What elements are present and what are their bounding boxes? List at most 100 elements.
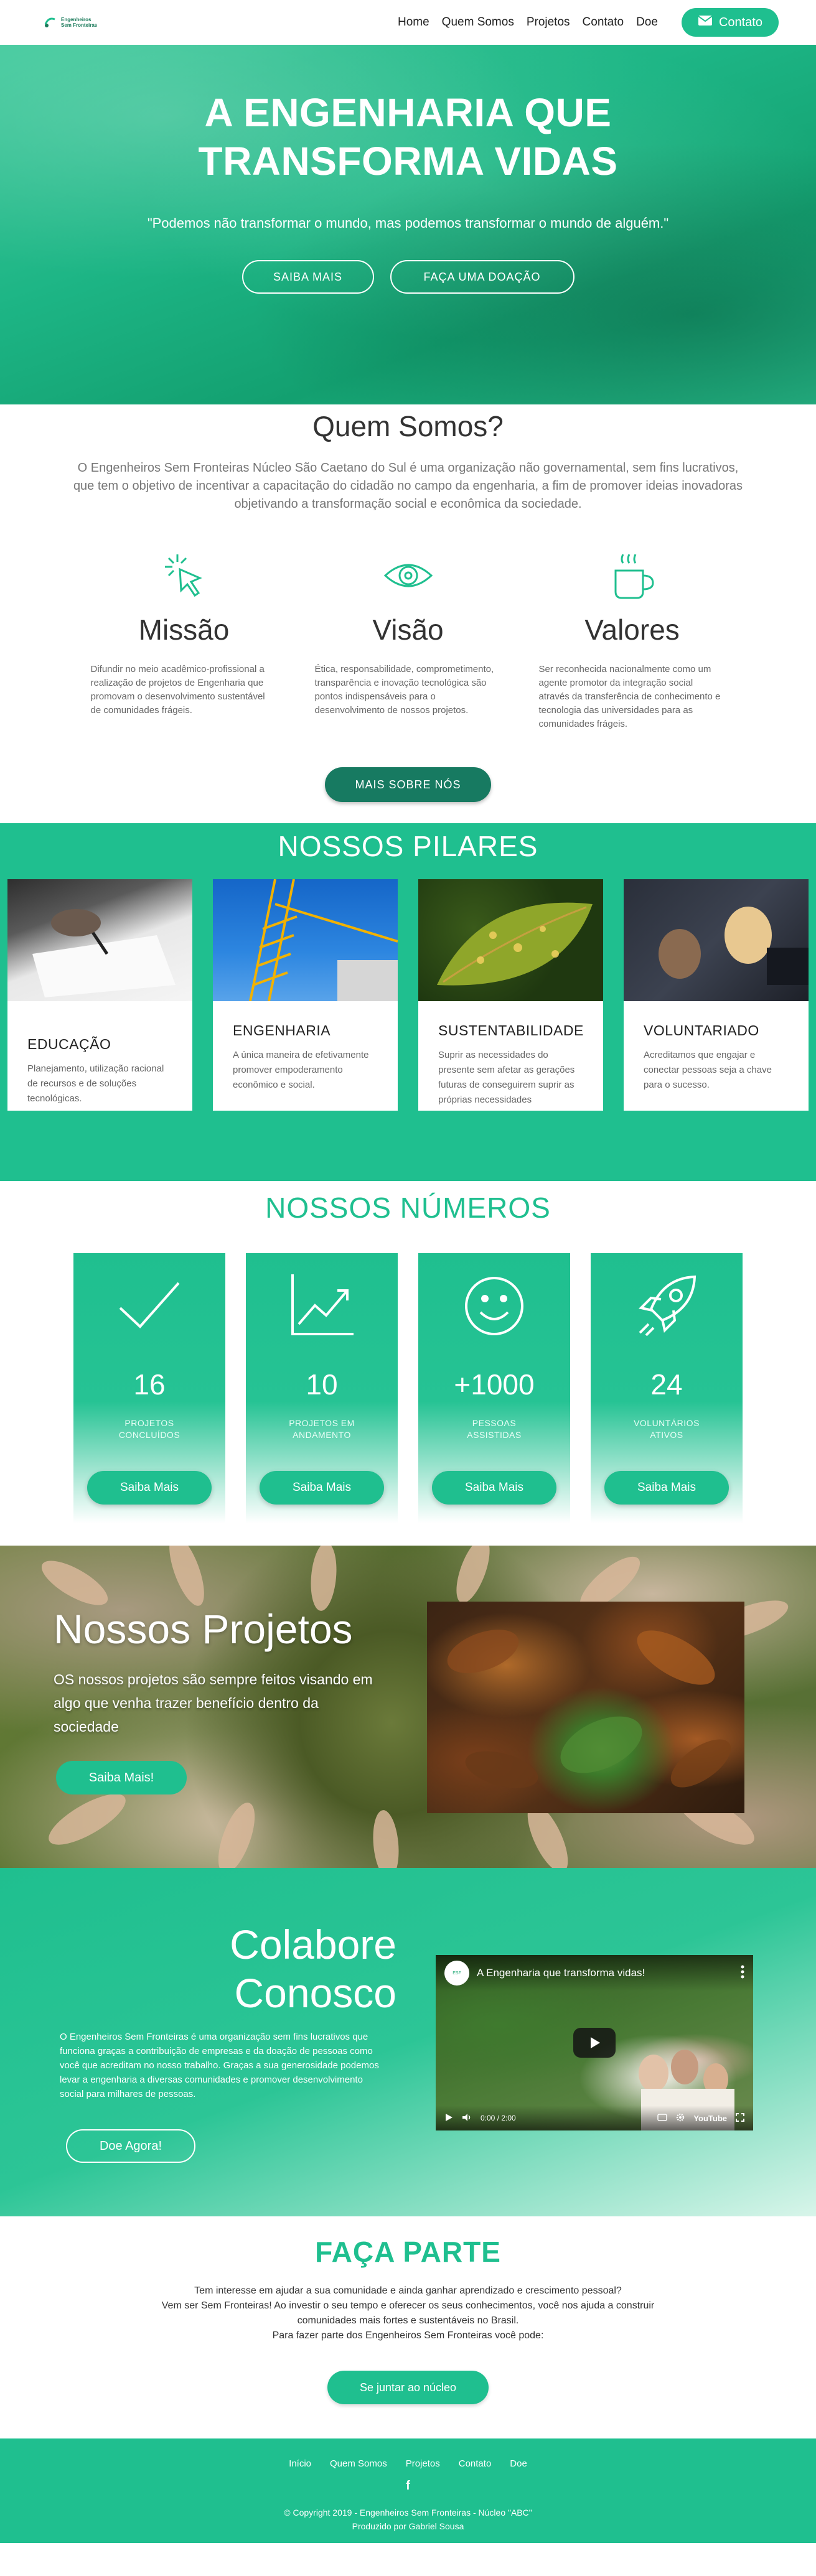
quem-somos-text: O Engenheiros Sem Fronteiras Núcleo São …: [73, 461, 743, 511]
video-title[interactable]: A Engenharia que transforma vidas!: [477, 1967, 645, 1979]
footer-link-projetos[interactable]: Projetos: [406, 2458, 440, 2469]
pilar-card-voluntariado[interactable]: VOLUNTARIADO Acreditamos que engajar e c…: [624, 879, 809, 1111]
faca-parte-section: FAÇA PARTE Tem interesse em ajudar a sua…: [0, 2216, 816, 2438]
faca-parte-text: Tem interesse em ajudar a sua comunidade…: [0, 2284, 816, 2343]
play-small-icon[interactable]: [444, 2113, 453, 2124]
engenharia-title: ENGENHARIA: [233, 1022, 331, 1038]
visao-title: Visão: [372, 614, 444, 646]
valores-column: Valores Ser reconhecida nacionalmente co…: [539, 548, 726, 731]
quem-somos-title: Quem Somos?: [312, 410, 504, 442]
hero-buttons: SAIBA MAIS FAÇA UMA DOAÇÃO: [0, 260, 816, 294]
numero-value: 10: [306, 1368, 338, 1401]
fullscreen-icon[interactable]: [736, 2112, 744, 2124]
numero-label: PESSOAS ASSISTIDAS: [467, 1418, 522, 1440]
play-icon[interactable]: [573, 2028, 616, 2058]
nav-link-contato[interactable]: Contato: [583, 16, 624, 29]
footer-copyright: © Copyright 2019 - Engenheiros Sem Front…: [0, 2506, 816, 2533]
sustentabilidade-image: [418, 879, 603, 1001]
video-controls: 0:00 / 2:00 YouTube: [436, 2106, 753, 2130]
nav-link-projetos[interactable]: Projetos: [527, 16, 570, 29]
visao-text: Ética, responsabilidade, comprometimento…: [314, 664, 494, 716]
colabore-text: O Engenheiros Sem Fronteiras é uma organ…: [60, 2032, 379, 2099]
sustentabilidade-title: SUSTENTABILIDADE: [438, 1022, 584, 1038]
credit-text: Produzido por Gabriel Sousa: [352, 2521, 464, 2531]
saiba-mais-button[interactable]: SAIBA MAIS: [242, 260, 374, 294]
contact-button[interactable]: Contato: [681, 8, 779, 37]
engenharia-image: [213, 879, 398, 1001]
settings-gear-icon[interactable]: [676, 2113, 685, 2124]
missao-column: Missão Difundir no meio acadêmico-profis…: [91, 548, 278, 731]
video-time: 0:00 / 2:00: [481, 2114, 516, 2122]
se-juntar-button[interactable]: Se juntar ao núcleo: [327, 2371, 489, 2404]
more-options-icon[interactable]: [741, 1965, 744, 1982]
projetos-section: Nossos Projetos OS nossos projetos são s…: [0, 1546, 816, 1868]
channel-avatar[interactable]: ESF: [444, 1961, 469, 1986]
engenharia-text: A única maneira de efetivamente promover…: [233, 1050, 369, 1090]
volume-icon[interactable]: [462, 2113, 472, 2124]
logo-text: Engenheiros Sem Fronteiras: [61, 17, 97, 28]
pilar-card-sustentabilidade[interactable]: SUSTENTABILIDADE Suprir as necessidades …: [418, 879, 603, 1111]
pilar-card-engenharia[interactable]: ENGENHARIA A única maneira de efetivamen…: [213, 879, 398, 1111]
mais-sobre-nos-button[interactable]: MAIS SOBRE NÓS: [325, 767, 491, 802]
hero-banner: A ENGENHARIA QUE TRANSFORMA VIDAS "Podem…: [0, 45, 816, 404]
autumn-leaves-image: [427, 1602, 744, 1813]
footer-link-doe[interactable]: Doe: [510, 2458, 527, 2469]
footer: Início Quem Somos Projetos Contato Doe f…: [0, 2438, 816, 2543]
numeros-title: NOSSOS NÚMEROS: [265, 1192, 551, 1224]
doacao-button[interactable]: FAÇA UMA DOAÇÃO: [390, 260, 574, 294]
numero-card-projetos-concluidos: 16 PROJETOS CONCLUÍDOS Saiba Mais: [73, 1253, 225, 1523]
youtube-logo[interactable]: YouTube: [693, 2114, 727, 2123]
chart-trend-icon: [246, 1253, 398, 1340]
mail-icon: [698, 15, 713, 30]
faca-parte-title: FAÇA PARTE: [315, 2236, 501, 2268]
numero-card-pessoas-assistidas: +1000 PESSOAS ASSISTIDAS Saiba Mais: [418, 1253, 570, 1523]
doe-agora-button[interactable]: Doe Agora!: [66, 2129, 195, 2163]
numero-value: 24: [650, 1368, 683, 1401]
footer-link-contato[interactable]: Contato: [459, 2458, 492, 2469]
captions-icon[interactable]: [657, 2113, 668, 2123]
logo-line1: Engenheiros: [61, 17, 91, 22]
faca-line2: Vem ser Sem Fronteiras! Ao investir o se…: [161, 2300, 655, 2311]
pilar-card-educacao[interactable]: EDUCAÇÃO Planejamento, utilização racion…: [7, 879, 192, 1111]
quem-somos-section: Quem Somos? O Engenheiros Sem Fronteiras…: [0, 404, 816, 802]
colabore-title: Colabore Conosco: [230, 1920, 396, 2017]
saiba-mais-button[interactable]: Saiba Mais: [604, 1471, 729, 1505]
nav-link-quem-somos[interactable]: Quem Somos: [442, 16, 514, 29]
faca-line4: Para fazer parte dos Engenheiros Sem Fro…: [272, 2330, 544, 2341]
saiba-mais-button[interactable]: Saiba Mais: [260, 1471, 384, 1505]
navbar: Engenheiros Sem Fronteiras Home Quem Som…: [0, 0, 816, 45]
colabore-title-line2: Conosco: [234, 1970, 397, 2016]
nav-link-home[interactable]: Home: [398, 16, 429, 29]
nav-link-doe[interactable]: Doe: [636, 16, 658, 29]
numero-label: PROJETOS EM ANDAMENTO: [289, 1418, 355, 1440]
pilares-section: NOSSOS PILARES EDUCAÇÃO Planejamento, ut…: [0, 823, 816, 1181]
educacao-text: Planejamento, utilização racional de rec…: [27, 1063, 164, 1104]
numero-label: VOLUNTÁRIOS ATIVOS: [634, 1418, 700, 1440]
pilares-cards: EDUCAÇÃO Planejamento, utilização racion…: [0, 879, 816, 1111]
smiley-icon: [418, 1253, 570, 1340]
valores-text: Ser reconhecida nacionalmente como um ag…: [538, 664, 721, 729]
site-logo[interactable]: Engenheiros Sem Fronteiras: [44, 16, 97, 29]
projetos-saiba-mais-button[interactable]: Saiba Mais!: [56, 1761, 187, 1794]
colabore-title-line1: Colabore: [230, 1921, 396, 1967]
visao-column: Visão Ética, responsabilidade, compromet…: [315, 548, 502, 731]
missao-text: Difundir no meio acadêmico-profissional …: [90, 664, 265, 716]
cursor-click-icon: [91, 548, 278, 604]
rocket-icon: [591, 1253, 743, 1340]
copyright-text: © Copyright 2019 - Engenheiros Sem Front…: [284, 2508, 532, 2518]
youtube-video-player[interactable]: ESF A Engenharia que transforma vidas! 0…: [436, 1955, 753, 2130]
projetos-title: Nossos Projetos: [54, 1606, 353, 1652]
voluntariado-image: [624, 879, 809, 1001]
footer-link-quem-somos[interactable]: Quem Somos: [330, 2458, 387, 2469]
colabore-section: Colabore Conosco O Engenheiros Sem Front…: [0, 1868, 816, 2216]
footer-link-inicio[interactable]: Início: [289, 2458, 311, 2469]
hero-quote: "Podemos não transformar o mundo, mas po…: [147, 215, 669, 231]
educacao-image: [7, 879, 192, 1001]
numeros-cards: 16 PROJETOS CONCLUÍDOS Saiba Mais 10 PRO…: [0, 1253, 816, 1523]
facebook-icon[interactable]: f: [0, 2479, 816, 2493]
voluntariado-title: VOLUNTARIADO: [644, 1022, 759, 1038]
saiba-mais-button[interactable]: Saiba Mais: [432, 1471, 556, 1505]
saiba-mais-button[interactable]: Saiba Mais: [87, 1471, 212, 1505]
numero-card-projetos-andamento: 10 PROJETOS EM ANDAMENTO Saiba Mais: [246, 1253, 398, 1523]
numero-card-voluntarios: 24 VOLUNTÁRIOS ATIVOS Saiba Mais: [591, 1253, 743, 1523]
